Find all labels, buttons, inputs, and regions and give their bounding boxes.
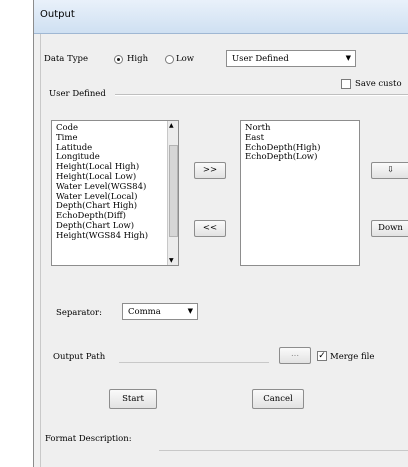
chevron-down-icon: ▼ <box>187 307 193 315</box>
cancel-button[interactable]: Cancel <box>252 389 304 409</box>
selected-field-item[interactable]: North <box>245 124 271 133</box>
data-type-label: Data Type <box>44 54 89 64</box>
scroll-up-icon[interactable]: ▲ <box>169 122 174 129</box>
available-field-item[interactable]: Latitude <box>56 143 92 153</box>
dialog-client-area: Data Type High Low User Defined ▼ Save c… <box>40 34 408 467</box>
low-radio[interactable] <box>165 55 174 64</box>
available-fields-list[interactable]: Code Time Latitude Longitude Height(Local Hi… <box>51 120 179 266</box>
window-title: Output <box>40 9 75 20</box>
separator-value: Comma <box>128 307 161 317</box>
separator-select[interactable]: Comma ▼ <box>122 303 198 320</box>
output-path-label: Output Path <box>53 352 106 362</box>
low-radio-label: Low <box>176 54 195 64</box>
merge-file-checkbox[interactable]: ✓ <box>317 351 327 361</box>
chevron-down-icon: ▼ <box>345 54 351 62</box>
group-divider <box>115 94 408 96</box>
browse-button[interactable]: ... <box>279 347 311 364</box>
data-type-mode-select[interactable]: User Defined ▼ <box>226 50 356 67</box>
available-field-item[interactable]: Time <box>56 134 77 143</box>
available-field-item[interactable]: Height(Local High) <box>56 163 139 172</box>
available-field-item[interactable]: Depth(Chart Low) <box>56 222 134 231</box>
available-field-item[interactable]: Code <box>56 124 78 133</box>
high-radio[interactable] <box>114 55 123 64</box>
format-description-label: Format Description: <box>45 434 132 444</box>
move-down-button[interactable]: Down <box>371 220 408 237</box>
save-custom-checkbox[interactable] <box>341 79 351 89</box>
available-field-item[interactable]: Water Level(Local) <box>56 192 137 202</box>
save-custom-label: Save custo <box>355 79 402 89</box>
merge-file-label: Merge file <box>330 352 375 362</box>
data-type-mode-value: User Defined <box>232 54 289 64</box>
available-field-item[interactable]: Height(Local Low) <box>56 173 136 182</box>
start-button[interactable]: Start <box>109 389 157 409</box>
format-description-field <box>159 428 408 451</box>
scroll-down-icon[interactable]: ▼ <box>169 257 174 264</box>
user-defined-group-label: User Defined <box>49 89 106 99</box>
separator-label: Separator: <box>56 308 102 318</box>
available-field-item[interactable]: Water Level(WGS84) <box>56 183 146 192</box>
move-up-button[interactable]: ⇩ <box>371 162 408 179</box>
arrow-icon: ⇩ <box>386 165 395 175</box>
selected-fields-list[interactable]: North East EchoDepth(High) EchoDepth(Low) <box>240 120 360 266</box>
selected-field-item[interactable]: EchoDepth(High) <box>245 143 320 153</box>
selected-field-item[interactable]: EchoDepth(Low) <box>245 153 317 162</box>
high-radio-label: High <box>127 54 149 64</box>
scroll-thumb[interactable] <box>169 145 178 237</box>
available-field-item[interactable]: Height(WGS84 High) <box>56 232 148 241</box>
add-field-button[interactable]: >> <box>194 162 226 179</box>
available-field-item[interactable]: Longitude <box>56 153 100 162</box>
output-dialog: Output Data Type High Low User Defined ▼… <box>33 0 408 467</box>
available-field-item[interactable]: Depth(Chart High) <box>56 202 137 211</box>
output-path-field[interactable] <box>119 348 269 363</box>
selected-field-item[interactable]: East <box>245 134 264 143</box>
available-fields-scrollbar[interactable]: ▲ ▼ <box>167 121 178 265</box>
remove-field-button[interactable]: << <box>194 220 226 237</box>
available-field-item[interactable]: EchoDepth(Diff) <box>56 212 126 221</box>
title-bar: Output <box>34 0 408 34</box>
